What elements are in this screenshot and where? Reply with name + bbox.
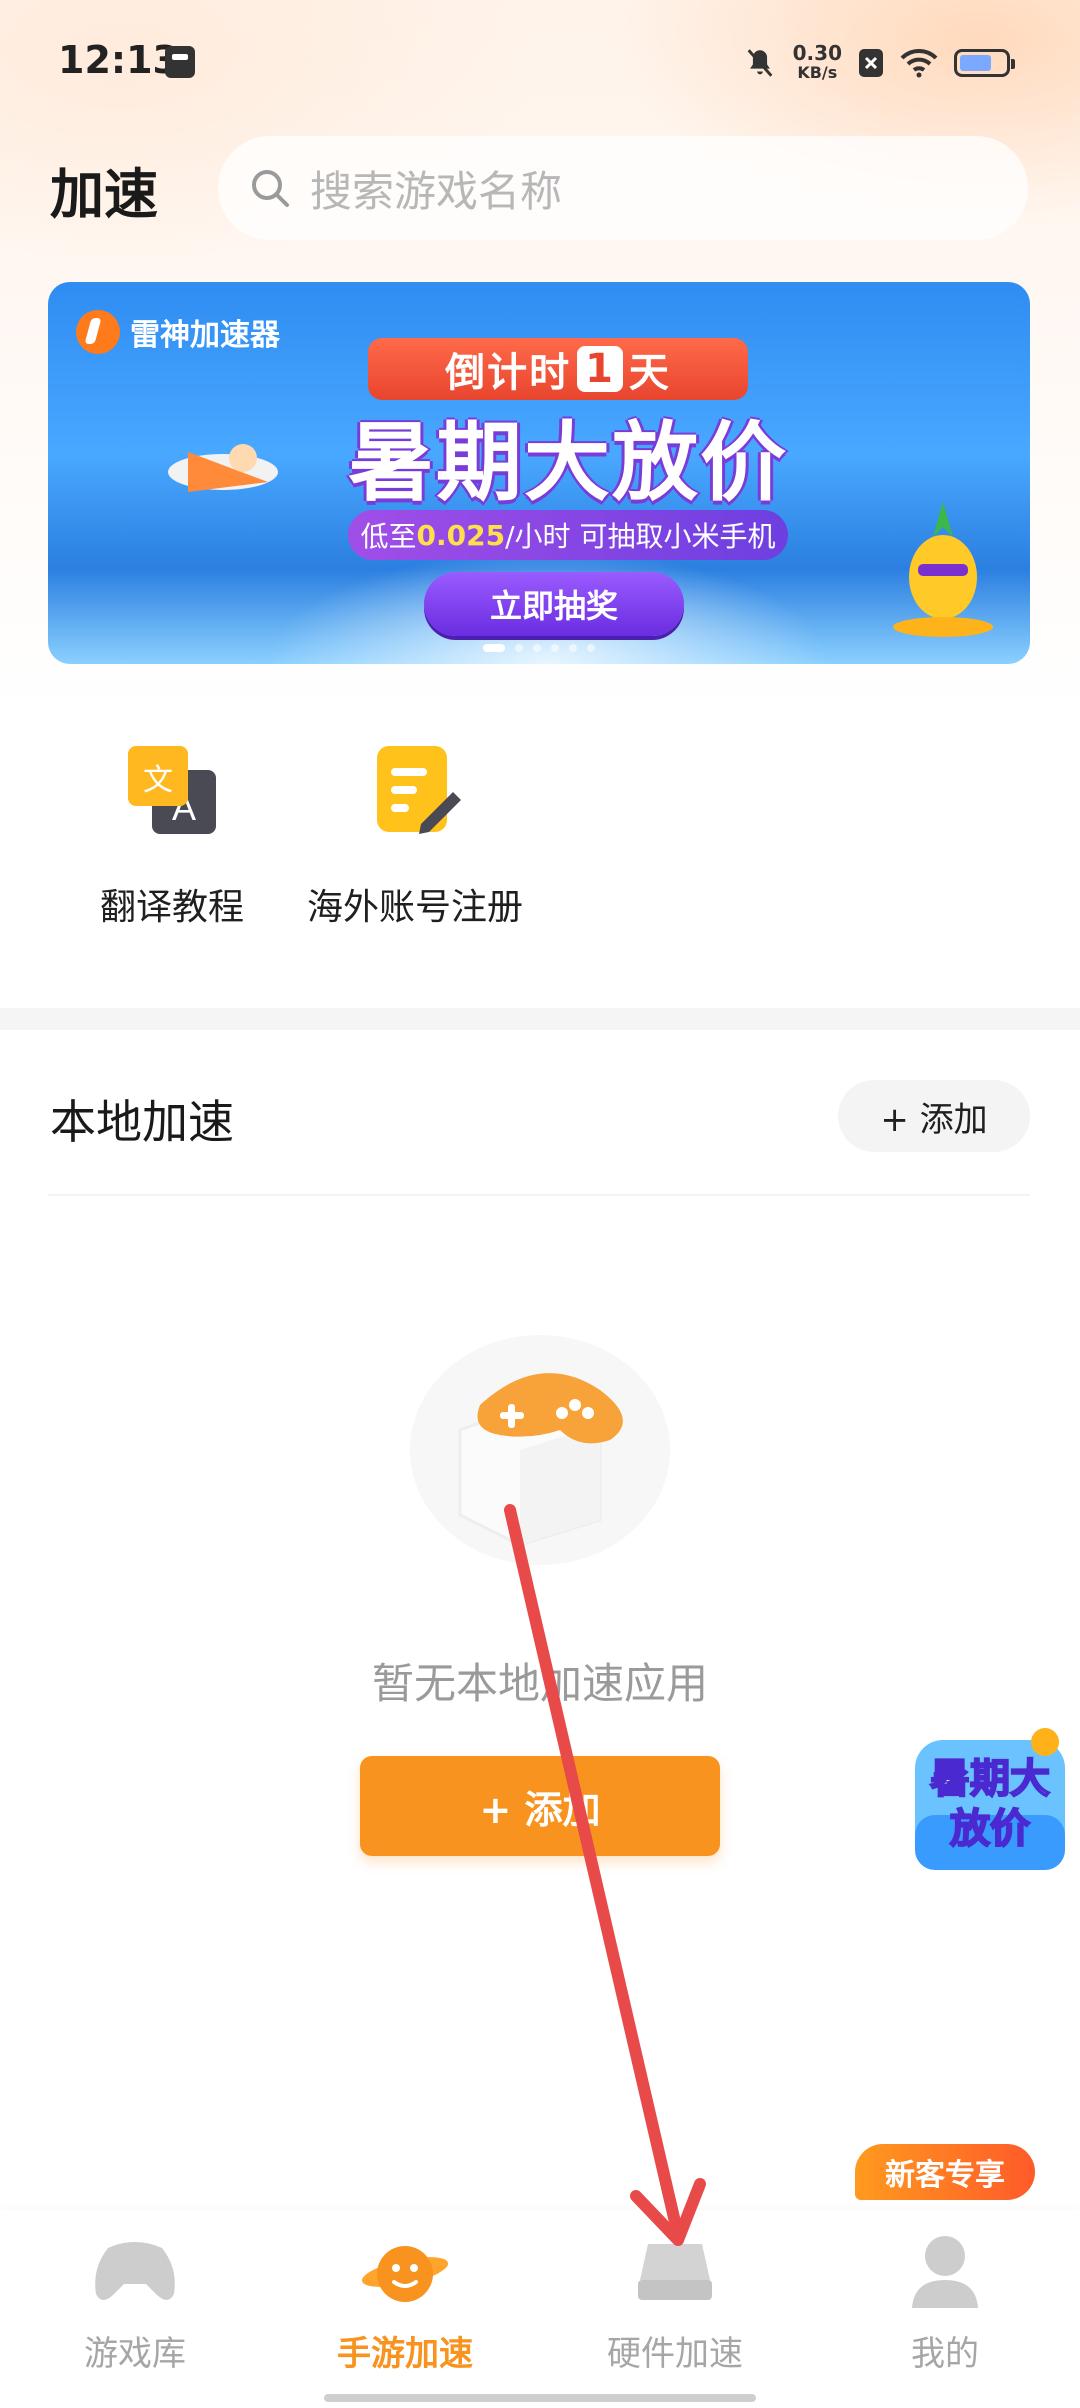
nav-tab-game-library[interactable]: 游戏库 (35, 2228, 235, 2375)
banner-page-dot[interactable] (515, 644, 523, 652)
svg-text:文: 文 (143, 763, 173, 798)
nav-tab-hardware-boost[interactable]: 硬件加速 (575, 2228, 775, 2375)
brand-name: 雷神加速器 (130, 318, 280, 353)
note-edit-icon (365, 740, 465, 840)
shortcut-overseas-account[interactable]: 海外账号注册 (295, 740, 535, 930)
banner-page-dot[interactable] (569, 644, 577, 652)
empty-state-text: 暂无本地加速应用 (371, 1659, 708, 1708)
banner-page-dot[interactable] (533, 644, 541, 652)
countdown-prefix: 倒计时 (445, 350, 572, 396)
float-promo-line1: 暑期大 (930, 1756, 1050, 1802)
summer-sale-float-icon: 暑期大 放价 (915, 1728, 1065, 1870)
battery-icon (954, 49, 1015, 77)
search-placeholder: 搜索游戏名称 (310, 166, 563, 216)
bottom-navigation: 游戏库 手游加速 硬件加速 我的 (0, 2210, 1080, 2408)
section-divider (0, 1008, 1080, 1030)
sim-card-icon (165, 46, 195, 78)
add-app-button[interactable]: + 添加 (360, 1756, 720, 1856)
nav-tab-mobile-boost[interactable]: 手游加速 (305, 2228, 505, 2375)
pineapple-illustration-icon (893, 502, 993, 637)
banner-page-dot[interactable] (587, 644, 595, 652)
wifi-icon (900, 48, 938, 78)
countdown-badge: 倒计时 1 天 (368, 338, 748, 400)
shortcut-label: 翻译教程 (99, 887, 244, 928)
empty-gamebox-icon (410, 1335, 670, 1565)
plane-illustration-icon (168, 444, 278, 492)
nav-label: 我的 (911, 2334, 979, 2374)
search-input[interactable]: 搜索游戏名称 (218, 136, 1028, 240)
notification-x-icon (858, 48, 884, 78)
bell-muted-icon (743, 46, 777, 80)
promo-banner[interactable]: 雷神加速器 倒计时 1 天 暑期大放价 低至 0.025 /小时 可抽取小米手机… (48, 282, 1030, 664)
battery-fill (960, 55, 991, 71)
page-title: 加速 (50, 163, 158, 226)
brand-logo-icon (76, 310, 120, 354)
banner-page-dot[interactable] (483, 644, 505, 652)
new-user-badge[interactable]: 新客专享 (855, 2144, 1035, 2200)
banner-headline: 暑期大放价 (348, 413, 788, 513)
nav-label: 手游加速 (337, 2334, 473, 2374)
net-speed-value: 0.30 (792, 41, 842, 65)
nav-label: 游戏库 (84, 2334, 186, 2374)
net-speed: 0.30 KB/s (793, 43, 842, 83)
nav-tab-profile[interactable]: 我的 (845, 2228, 1045, 2375)
planet-face-icon (360, 2228, 450, 2312)
shortcut-translate-tutorial[interactable]: A 文 翻译教程 (52, 740, 292, 930)
banner-page-dot[interactable] (551, 644, 559, 652)
gamepad-icon (90, 2228, 180, 2312)
net-speed-unit: KB/s (797, 63, 838, 82)
floating-promo-button[interactable]: 暑期大 放价 (905, 1720, 1075, 1880)
status-icons: 0.30 KB/s (743, 38, 1015, 88)
countdown-number: 1 (577, 346, 623, 392)
banner-sub-prefix: 低至 (360, 520, 417, 553)
translate-icon: A 文 (122, 740, 222, 840)
nav-label: 硬件加速 (607, 2334, 743, 2374)
banner-sub-price: 0.025 (416, 518, 506, 552)
brand-logo: 雷神加速器 (76, 310, 280, 354)
status-bar: 12:13 0.30 KB/s (0, 0, 1080, 126)
float-promo-line2: 放价 (950, 1806, 1030, 1852)
status-time: 12:13 (58, 38, 179, 82)
shortcut-label: 海外账号注册 (306, 887, 523, 928)
banner-sub-suffix: /小时 可抽取小米手机 (505, 520, 776, 553)
home-indicator[interactable] (324, 2394, 756, 2402)
console-icon (630, 2228, 720, 2312)
person-icon (900, 2228, 990, 2312)
banner-pagination (48, 644, 1030, 652)
search-icon (252, 170, 289, 207)
draw-now-button[interactable]: 立即抽奖 (424, 572, 684, 636)
section-title-local: 本地加速 (50, 1095, 234, 1149)
add-local-pill-button[interactable]: + 添加 (838, 1080, 1030, 1152)
countdown-suffix: 天 (628, 350, 671, 396)
banner-subtitle: 低至 0.025 /小时 可抽取小米手机 (348, 510, 788, 560)
section-line (48, 1194, 1030, 1196)
